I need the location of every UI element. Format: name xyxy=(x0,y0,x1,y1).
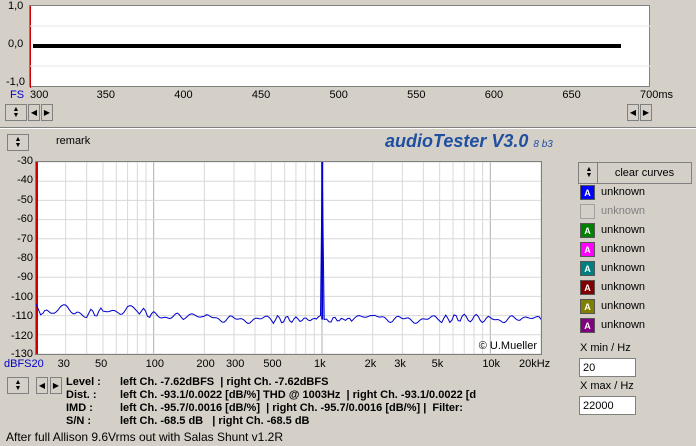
spectrum-x-tick: 10k xyxy=(482,358,501,370)
xmin-label: X min / Hz xyxy=(580,342,631,354)
curve-label-5: unknown xyxy=(601,262,646,274)
xmax-label: X max / Hz xyxy=(580,380,634,392)
curve-label-8: unknown xyxy=(601,319,646,331)
spectrum-y-tick: -40 xyxy=(17,174,33,187)
scope-y-tick-1: 1,0 xyxy=(8,0,23,12)
spectrum-y-tick: -100 xyxy=(10,290,33,303)
scope-x-tick: 300 xyxy=(30,89,49,101)
info-key-imd: IMD : xyxy=(66,402,93,414)
app-title: audioTester V3.0 8 b3 xyxy=(385,131,553,152)
spectrum-x-tick: 50 xyxy=(94,358,108,370)
curve-toggle-2[interactable] xyxy=(580,204,595,219)
curve-toggle-5[interactable]: A xyxy=(580,261,595,276)
copyright-text: © U.Mueller xyxy=(478,340,537,352)
curve-label-1: unknown xyxy=(601,186,646,198)
curve-label-4: unknown xyxy=(601,243,646,255)
scope-scroll-left-button[interactable]: ◀ xyxy=(28,104,40,121)
info-key-sn: S/N : xyxy=(66,415,92,427)
spectrum-y-tick: -120 xyxy=(10,329,33,342)
scope-y-label-mid: 0,0 xyxy=(8,38,24,50)
scope-y-tick-2: 0,0 xyxy=(8,38,23,50)
scope-x-tick: 600 xyxy=(484,89,504,101)
app-version: 8 b3 xyxy=(533,139,553,150)
scope-x-tick: 450 xyxy=(251,89,271,101)
scope-zoom-spinner[interactable]: ▲ ▼ xyxy=(5,104,27,121)
curve-toggle-7[interactable]: A xyxy=(580,299,595,314)
scope-y-tick-3: -1,0 xyxy=(6,76,25,88)
spectrum-y-tick: -80 xyxy=(17,252,33,264)
clear-curves-button[interactable]: clear curves xyxy=(597,162,692,184)
info-line-sn: S/N : left Ch. -68.5 dB | right Ch. -68.… xyxy=(66,415,476,428)
curve-toggle-8[interactable]: A xyxy=(580,318,595,333)
status-text: After full Allison 9.6Vrms out with Sala… xyxy=(6,430,284,444)
xmin-input[interactable]: 20 xyxy=(579,358,636,377)
info-value-level: left Ch. -7.62dBFS | right Ch. -7.62dBFS xyxy=(120,376,329,388)
spectrum-plot[interactable]: © U.Mueller xyxy=(35,161,542,355)
xmax-input[interactable]: 22000 xyxy=(579,396,636,415)
scope-scroll-left-button-right[interactable]: ◀ xyxy=(627,104,639,121)
spectrum-series-line xyxy=(35,161,542,325)
curve-toggle-4[interactable]: A xyxy=(580,242,595,257)
info-block: Level : left Ch. -7.62dBFS | right Ch. -… xyxy=(66,376,476,428)
spectrum-scroll-right-button[interactable]: ▶ xyxy=(50,377,62,394)
spectrum-x-tick: 100 xyxy=(145,358,165,370)
spectrum-zoom-spinner[interactable]: ▲ ▼ xyxy=(7,377,29,394)
scope-y-label-bottom: -1,0 xyxy=(6,76,25,88)
spectrum-x-tick: dBFS20 xyxy=(4,358,44,370)
info-line-level: Level : left Ch. -7.62dBFS | right Ch. -… xyxy=(66,376,476,389)
scope-waveform xyxy=(29,6,651,88)
spectrum-y-tick: -70 xyxy=(17,232,33,245)
spectrum-x-tick: 500 xyxy=(263,358,282,370)
scope-x-tick: 700ms xyxy=(640,89,674,101)
spectrum-x-tick: 30 xyxy=(57,358,70,370)
scope-x-tick: 650 xyxy=(562,89,581,101)
scope-x-tick: 550 xyxy=(407,89,426,101)
spectrum-chart xyxy=(35,161,542,355)
curve-label-6: unknown xyxy=(601,281,646,293)
info-line-imd: IMD : left Ch. -95.7/0.0016 [dB/%] | rig… xyxy=(66,402,476,415)
info-key-dist: Dist. : xyxy=(66,389,97,401)
scope-scroll-right-button[interactable]: ▶ xyxy=(41,104,53,121)
spectrum-x-tick: 1k xyxy=(313,358,326,370)
scope-x-tick: 350 xyxy=(96,89,115,101)
remark-spinner[interactable]: ▲ ▼ xyxy=(7,134,29,151)
scope-plot[interactable] xyxy=(29,5,651,88)
scope-fs-label: FS xyxy=(10,89,25,101)
curve-label-7: unknown xyxy=(601,300,646,312)
app-title-text: audioTester V3.0 xyxy=(385,131,529,151)
spectrum-y-tick: -30 xyxy=(17,155,33,167)
scope-x-tick: 400 xyxy=(174,89,193,101)
scope-x-tick: 500 xyxy=(329,89,348,101)
spectrum-x-tick: 5k xyxy=(431,358,444,370)
spectrum-y-tick: -90 xyxy=(17,271,33,284)
curve-label-3: unknown xyxy=(601,224,646,236)
spectrum-x-tick: 300 xyxy=(225,358,245,370)
spectrum-x-tick: 2k xyxy=(364,358,377,370)
remark-label: remark xyxy=(56,135,91,147)
curve-label-2: unknown xyxy=(601,205,646,217)
info-value-imd: left Ch. -95.7/0.0016 [dB/%] | right Ch.… xyxy=(120,402,463,414)
spectrum-y-tick: -110 xyxy=(11,310,33,323)
divider xyxy=(0,127,696,129)
info-value-dist: left Ch. -93.1/0.0022 [dB/%] THD @ 1003H… xyxy=(120,389,477,401)
spectrum-x-tick: 20kHz xyxy=(519,358,551,370)
info-key-level: Level : xyxy=(66,376,101,388)
info-value-sn: left Ch. -68.5 dB | right Ch. -68.5 dB xyxy=(120,415,310,427)
spectrum-x-tick: 200 xyxy=(196,358,215,370)
curve-toggle-6[interactable]: A xyxy=(580,280,595,295)
curve-toggle-3[interactable]: A xyxy=(580,223,595,238)
curve-toggle-1[interactable]: A xyxy=(580,185,595,200)
spectrum-y-tick: -50 xyxy=(17,193,33,206)
spectrum-y-tick: -60 xyxy=(17,213,33,226)
spectrum-x-tick: 3k xyxy=(394,358,406,370)
scope-y-label-top: 1,0 xyxy=(8,0,24,12)
scope-scroll-right-button-right[interactable]: ▶ xyxy=(640,104,652,121)
info-line-dist: Dist. : left Ch. -93.1/0.0022 [dB/%] THD… xyxy=(66,389,476,402)
spectrum-scroll-left-button[interactable]: ◀ xyxy=(36,377,48,394)
